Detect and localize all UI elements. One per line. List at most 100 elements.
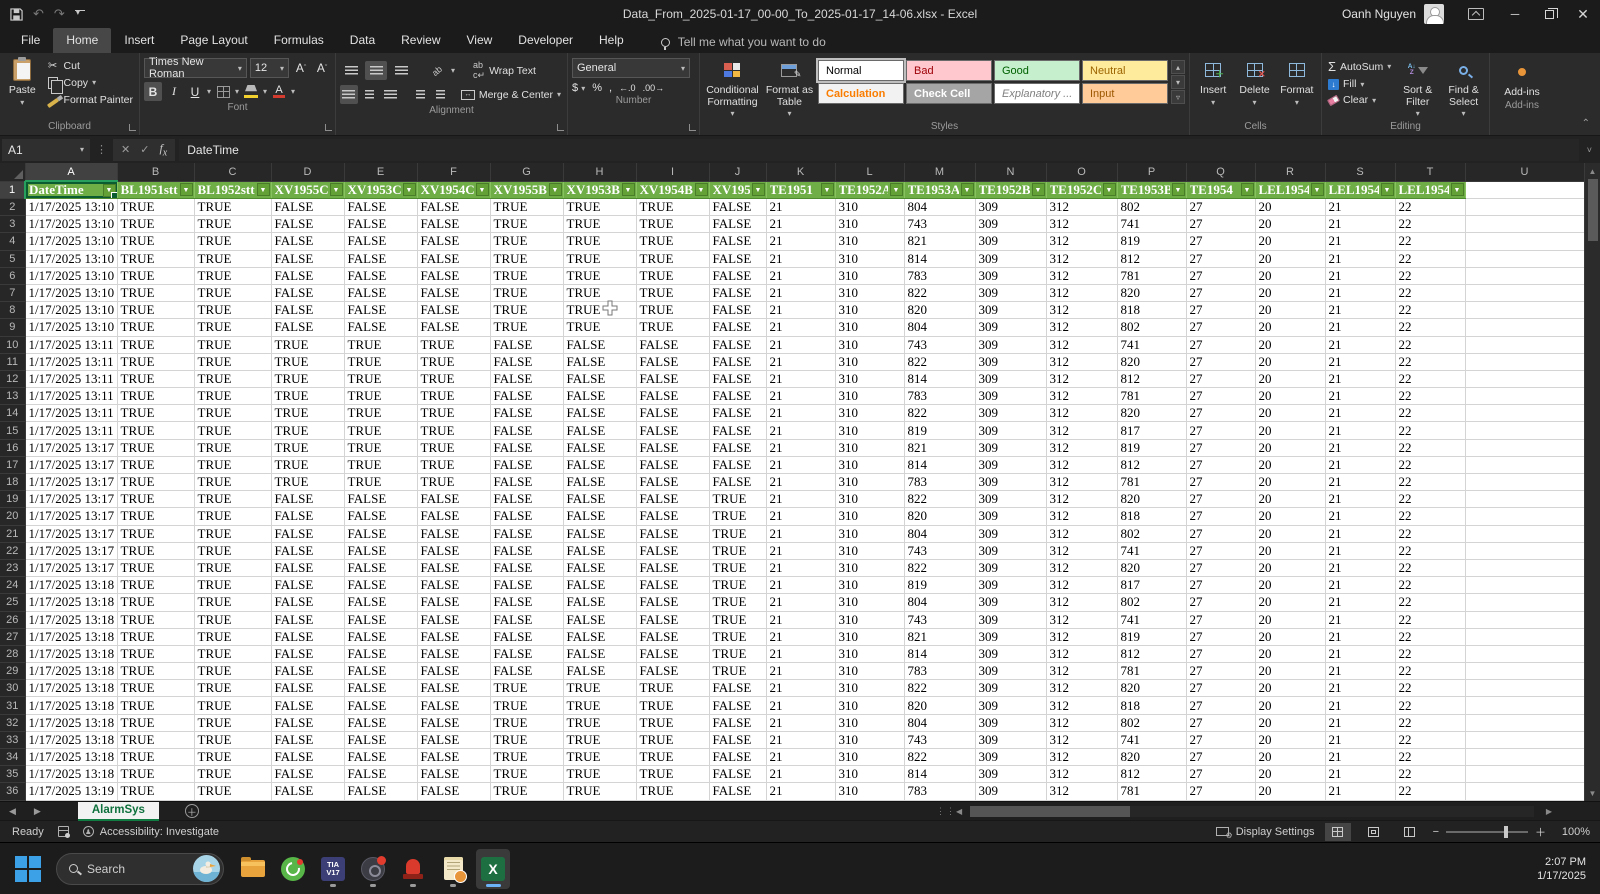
cell-C2[interactable]: TRUE bbox=[194, 199, 271, 216]
cell-L3[interactable]: 310 bbox=[835, 216, 904, 233]
cell-P17[interactable]: 812 bbox=[1117, 456, 1186, 473]
cell-P8[interactable]: 818 bbox=[1117, 302, 1186, 319]
cell-E2[interactable]: FALSE bbox=[344, 199, 417, 216]
cell-J28[interactable]: TRUE bbox=[709, 645, 766, 662]
cell-J19[interactable]: TRUE bbox=[709, 491, 766, 508]
cell-G5[interactable]: TRUE bbox=[490, 250, 563, 267]
cell-E26[interactable]: FALSE bbox=[344, 611, 417, 628]
cell-N15[interactable]: 309 bbox=[975, 422, 1046, 439]
macro-record-icon[interactable] bbox=[58, 826, 69, 837]
cell-Q20[interactable]: 27 bbox=[1186, 508, 1255, 525]
filter-button-S1[interactable]: ▼ bbox=[1381, 183, 1394, 196]
cell-T27[interactable]: 22 bbox=[1395, 628, 1465, 645]
cell-R12[interactable]: 20 bbox=[1255, 370, 1325, 387]
cell-L29[interactable]: 310 bbox=[835, 663, 904, 680]
cell-O19[interactable]: 312 bbox=[1046, 491, 1117, 508]
cell-F12[interactable]: TRUE bbox=[417, 370, 490, 387]
cell-R25[interactable]: 20 bbox=[1255, 594, 1325, 611]
cell-J34[interactable]: FALSE bbox=[709, 749, 766, 766]
cell-H14[interactable]: FALSE bbox=[563, 405, 636, 422]
cell-H5[interactable]: TRUE bbox=[563, 250, 636, 267]
cell-L25[interactable]: 310 bbox=[835, 594, 904, 611]
cell-M10[interactable]: 743 bbox=[904, 336, 975, 353]
cell-E6[interactable]: FALSE bbox=[344, 267, 417, 284]
accounting-format-button[interactable]: $ ▾ bbox=[572, 82, 585, 94]
clipboard-dialog-launcher[interactable] bbox=[129, 124, 136, 131]
cell-F18[interactable]: TRUE bbox=[417, 474, 490, 491]
cell-K6[interactable]: 21 bbox=[766, 267, 835, 284]
cell-P32[interactable]: 802 bbox=[1117, 714, 1186, 731]
cell-D10[interactable]: TRUE bbox=[271, 336, 344, 353]
cell-H11[interactable]: FALSE bbox=[563, 353, 636, 370]
cell-B29[interactable]: TRUE bbox=[117, 663, 194, 680]
cell-O32[interactable]: 312 bbox=[1046, 714, 1117, 731]
cell-F29[interactable]: FALSE bbox=[417, 663, 490, 680]
cell-U29[interactable] bbox=[1465, 663, 1584, 680]
cell-M4[interactable]: 821 bbox=[904, 233, 975, 250]
cell-F7[interactable]: FALSE bbox=[417, 284, 490, 301]
cell-O1[interactable]: TE1952C▼ bbox=[1046, 181, 1117, 199]
cell-M11[interactable]: 822 bbox=[904, 353, 975, 370]
cell-J29[interactable]: TRUE bbox=[709, 663, 766, 680]
cell-I6[interactable]: TRUE bbox=[636, 267, 709, 284]
cell-C22[interactable]: TRUE bbox=[194, 542, 271, 559]
tab-data[interactable]: Data bbox=[337, 28, 388, 53]
cell-H3[interactable]: TRUE bbox=[563, 216, 636, 233]
alarm-app-button[interactable] bbox=[396, 849, 430, 889]
cell-Q12[interactable]: 27 bbox=[1186, 370, 1255, 387]
cell-I21[interactable]: FALSE bbox=[636, 525, 709, 542]
cell-I14[interactable]: FALSE bbox=[636, 405, 709, 422]
cell-K20[interactable]: 21 bbox=[766, 508, 835, 525]
alignment-dialog-launcher[interactable] bbox=[557, 124, 564, 131]
cell-T36[interactable]: 22 bbox=[1395, 783, 1465, 800]
cell-O22[interactable]: 312 bbox=[1046, 542, 1117, 559]
cell-D32[interactable]: FALSE bbox=[271, 714, 344, 731]
cell-I2[interactable]: TRUE bbox=[636, 199, 709, 216]
cell-M33[interactable]: 743 bbox=[904, 731, 975, 748]
font-color-button[interactable]: A bbox=[270, 82, 288, 101]
cell-N11[interactable]: 309 bbox=[975, 353, 1046, 370]
cell-D1[interactable]: XV1955C▼ bbox=[271, 181, 344, 199]
gallery-more-button[interactable]: ▿ bbox=[1171, 90, 1185, 104]
cell-U13[interactable] bbox=[1465, 388, 1584, 405]
cell-M12[interactable]: 814 bbox=[904, 370, 975, 387]
cell-S23[interactable]: 21 bbox=[1325, 559, 1395, 576]
cell-D24[interactable]: FALSE bbox=[271, 577, 344, 594]
cell-A13[interactable]: 1/17/2025 13:11 bbox=[25, 388, 117, 405]
cell-H13[interactable]: FALSE bbox=[563, 388, 636, 405]
cell-H21[interactable]: FALSE bbox=[563, 525, 636, 542]
cell-S4[interactable]: 21 bbox=[1325, 233, 1395, 250]
paste-button[interactable]: Paste▾ bbox=[4, 56, 41, 120]
cell-L33[interactable]: 310 bbox=[835, 731, 904, 748]
cell-K27[interactable]: 21 bbox=[766, 628, 835, 645]
cell-P36[interactable]: 781 bbox=[1117, 783, 1186, 800]
align-left-button[interactable] bbox=[340, 85, 358, 104]
cell-Q4[interactable]: 27 bbox=[1186, 233, 1255, 250]
cell-B5[interactable]: TRUE bbox=[117, 250, 194, 267]
cell-L11[interactable]: 310 bbox=[835, 353, 904, 370]
cell-D2[interactable]: FALSE bbox=[271, 199, 344, 216]
cell-R27[interactable]: 20 bbox=[1255, 628, 1325, 645]
cell-O15[interactable]: 312 bbox=[1046, 422, 1117, 439]
cell-S13[interactable]: 21 bbox=[1325, 388, 1395, 405]
row-number-27[interactable]: 27 bbox=[0, 628, 25, 645]
cell-B32[interactable]: TRUE bbox=[117, 714, 194, 731]
cell-T35[interactable]: 22 bbox=[1395, 766, 1465, 783]
cell-F4[interactable]: FALSE bbox=[417, 233, 490, 250]
cell-N22[interactable]: 309 bbox=[975, 542, 1046, 559]
cell-H26[interactable]: FALSE bbox=[563, 611, 636, 628]
filter-button-L1[interactable]: ▼ bbox=[890, 183, 903, 196]
cell-T15[interactable]: 22 bbox=[1395, 422, 1465, 439]
column-header-Q[interactable]: Q bbox=[1186, 163, 1255, 181]
cell-S30[interactable]: 21 bbox=[1325, 680, 1395, 697]
cell-R34[interactable]: 20 bbox=[1255, 749, 1325, 766]
column-header-U[interactable]: U bbox=[1465, 163, 1584, 181]
cell-D6[interactable]: FALSE bbox=[271, 267, 344, 284]
cell-M32[interactable]: 804 bbox=[904, 714, 975, 731]
cell-F5[interactable]: FALSE bbox=[417, 250, 490, 267]
cell-N28[interactable]: 309 bbox=[975, 645, 1046, 662]
cell-P28[interactable]: 812 bbox=[1117, 645, 1186, 662]
column-header-T[interactable]: T bbox=[1395, 163, 1465, 181]
tab-insert[interactable]: Insert bbox=[111, 28, 167, 53]
borders-caret[interactable]: ▾ bbox=[235, 87, 239, 96]
